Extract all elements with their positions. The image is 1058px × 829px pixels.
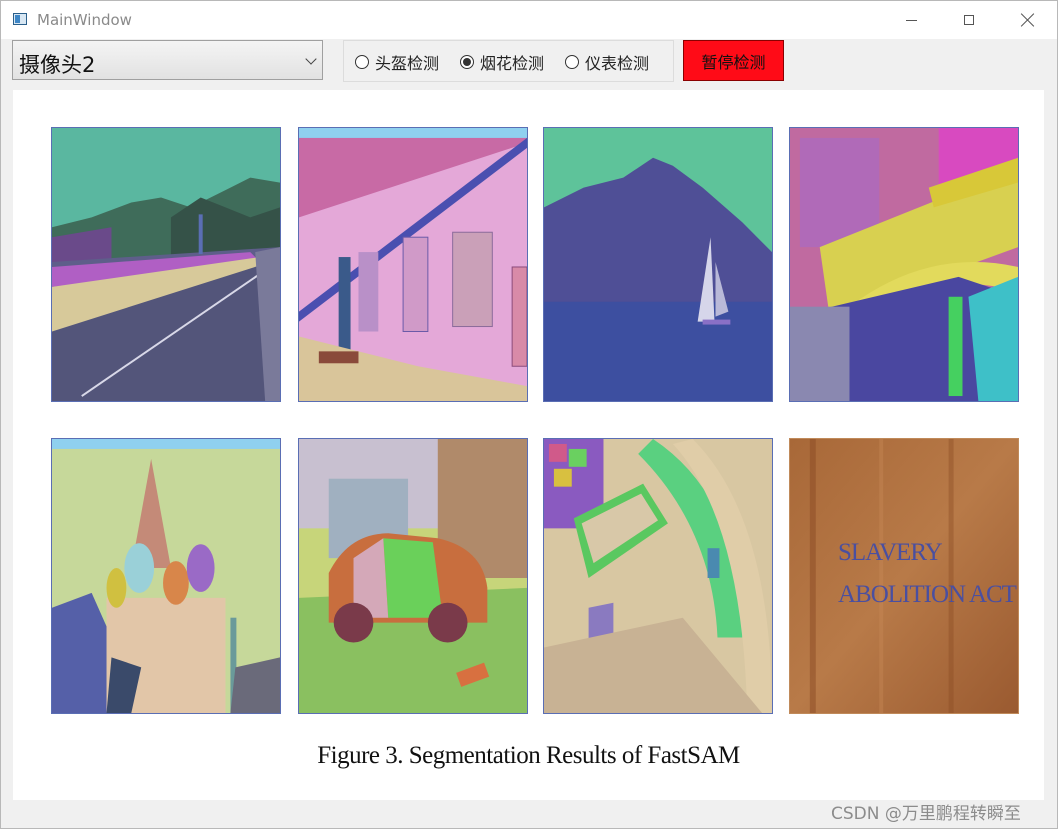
segmentation-image-building [298, 127, 528, 402]
figure-caption: Figure 3. Segmentation Results of FastSA… [317, 742, 740, 769]
radio-label: 头盔检测 [375, 54, 440, 73]
watermark: CSDN @万里鹏程转瞬至 [831, 804, 1021, 824]
maximize-icon [964, 15, 974, 25]
segmentation-image-tunnel [543, 438, 773, 714]
radio-indicator[interactable] [565, 55, 579, 69]
radio-indicator[interactable] [355, 55, 369, 69]
video-display: 1834 SLAVERY ABOLITION ACT Figure 3. Seg… [13, 90, 1044, 800]
segmentation-image-plaque: 1834 SLAVERY ABOLITION ACT [789, 438, 1019, 714]
radio-label: 烟花检测 [480, 54, 545, 73]
pause-detection-button[interactable]: 暂停检测 [683, 40, 784, 81]
radio-helmet-detection[interactable]: 头盔检测 [355, 52, 440, 73]
radio-fireworks-detection[interactable]: 烟花检测 [460, 52, 545, 73]
window-title: MainWindow [37, 11, 132, 29]
segmentation-image-bridge [789, 127, 1019, 402]
radio-meter-detection[interactable]: 仪表检测 [565, 52, 650, 73]
camera-select[interactable]: 摄像头2 [12, 40, 323, 80]
segmentation-image-car [298, 438, 528, 714]
minimize-icon [905, 19, 917, 21]
plaque-line-slavery: SLAVERY [838, 539, 943, 566]
segmentation-image-road [51, 127, 281, 402]
minimize-button[interactable] [888, 2, 934, 38]
segmentation-image-cathedral [51, 438, 281, 714]
app-window-icon [13, 13, 27, 25]
camera-select-value: 摄像头2 [19, 53, 96, 77]
plaque-line-abolition: ABOLITION ACT [838, 581, 1017, 608]
plaque-year: 1834 [789, 557, 792, 597]
segmentation-image-sailboat [543, 127, 773, 402]
title-bar[interactable]: MainWindow [1, 1, 1057, 39]
close-icon [1021, 13, 1035, 27]
radio-indicator-checked[interactable] [460, 55, 474, 69]
radio-label: 仪表检测 [585, 54, 650, 73]
chevron-down-icon [305, 53, 317, 65]
close-button[interactable] [1005, 2, 1051, 38]
maximize-button[interactable] [946, 2, 992, 38]
detection-mode-group: 头盔检测 烟花检测 仪表检测 [343, 40, 674, 82]
